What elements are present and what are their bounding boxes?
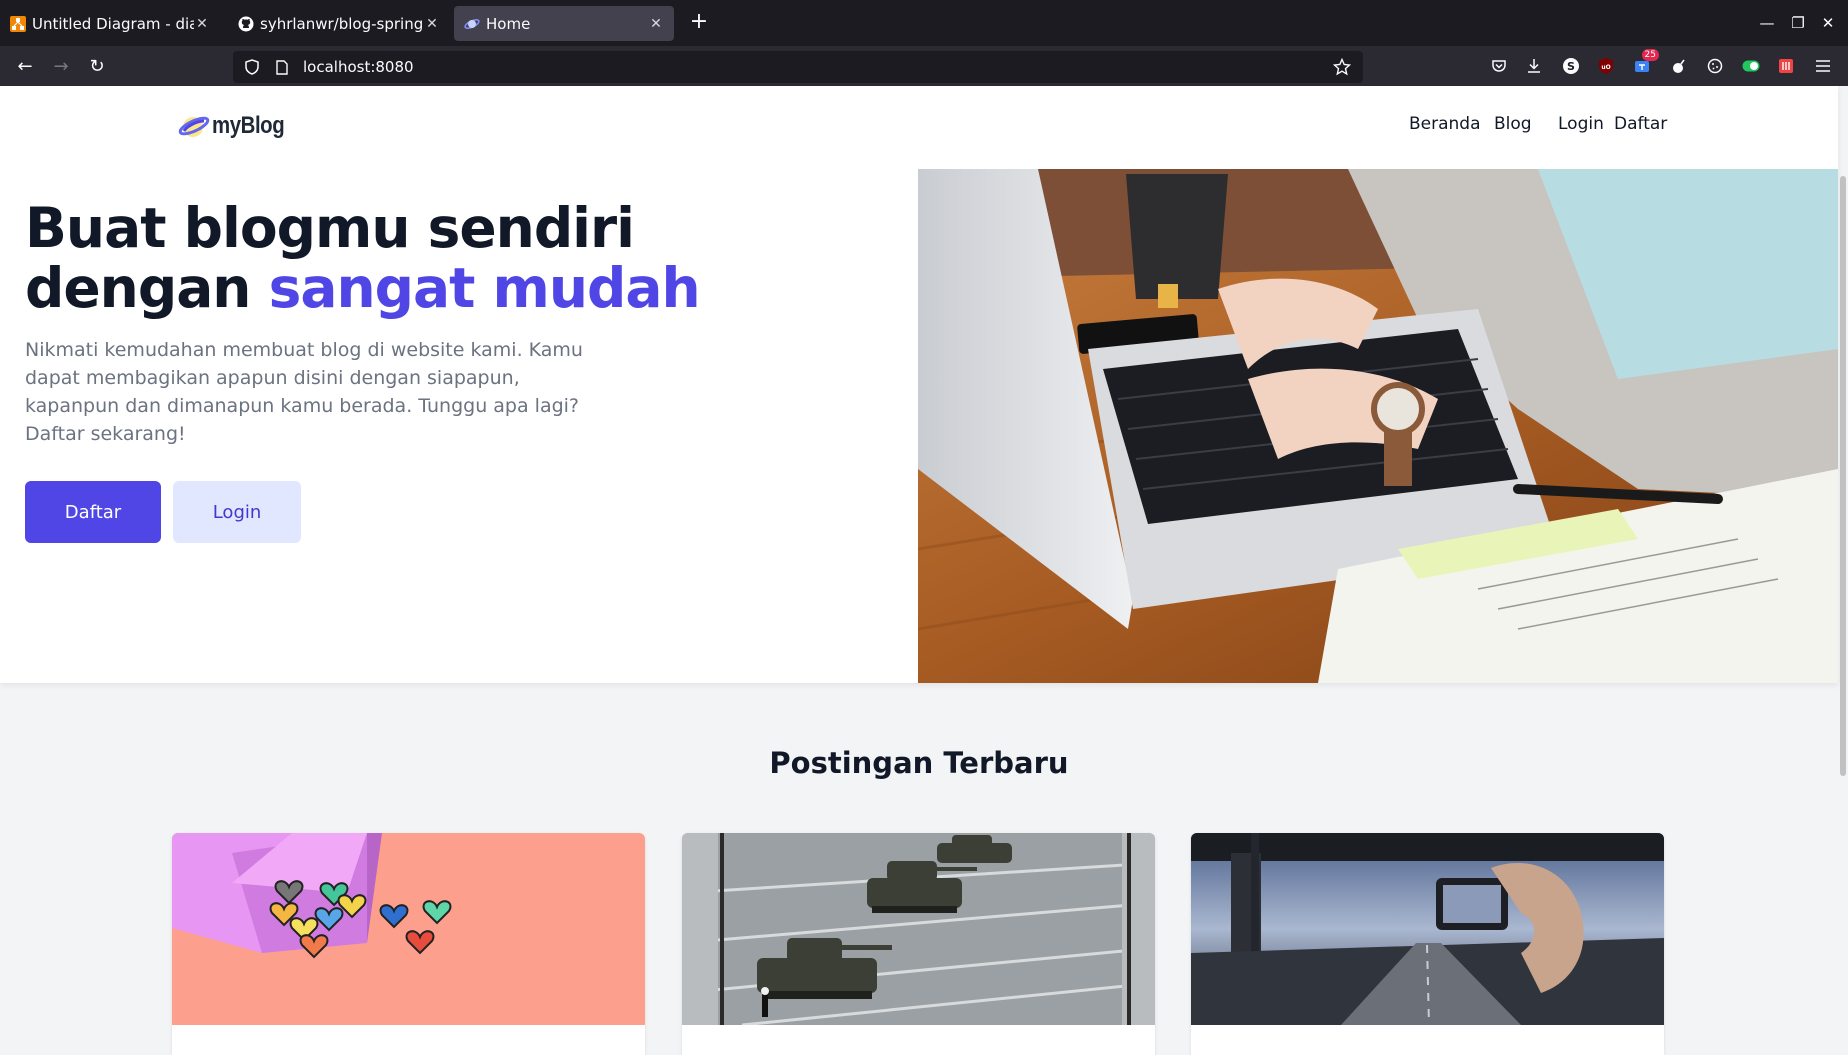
hero-lead: Nikmati kemudahan membuat blog di websit… bbox=[25, 339, 583, 445]
page-viewport: myBlog Beranda Blog Login Daftar Buat bl… bbox=[0, 86, 1848, 1055]
page-scrollbar[interactable] bbox=[1840, 176, 1846, 776]
extension-badge: 25 bbox=[1641, 49, 1659, 61]
login-button[interactable]: Login bbox=[173, 481, 301, 543]
forward-icon[interactable]: → bbox=[48, 54, 74, 80]
tab-home[interactable]: Home ✕ bbox=[454, 6, 674, 41]
s-extension-icon[interactable]: S bbox=[1558, 53, 1584, 79]
svg-text:uO: uO bbox=[1601, 64, 1610, 71]
hero-title-accent: sangat mudah bbox=[268, 256, 701, 320]
post-card[interactable] bbox=[1191, 833, 1664, 1055]
svg-text:S: S bbox=[1567, 60, 1575, 73]
drawio-icon bbox=[10, 15, 26, 32]
download-icon[interactable] bbox=[1521, 53, 1547, 79]
bookmark-star-icon[interactable] bbox=[1331, 56, 1353, 78]
restore-icon[interactable]: ❐ bbox=[1785, 10, 1811, 36]
nav-login[interactable]: Login bbox=[1558, 114, 1604, 134]
hero-title: Buat blogmu sendiri dengan sangat mudah bbox=[25, 196, 701, 320]
new-tab-button[interactable]: + bbox=[686, 10, 712, 36]
red-extension-icon[interactable] bbox=[1773, 53, 1799, 79]
post-thumbnail bbox=[172, 833, 645, 1025]
back-icon[interactable]: ← bbox=[12, 54, 38, 80]
page-icon bbox=[273, 58, 291, 76]
saturn-logo-icon bbox=[178, 116, 210, 137]
hamburger-menu-icon[interactable] bbox=[1810, 53, 1836, 79]
post-thumbnail bbox=[1191, 833, 1664, 1026]
hero-title-line1: Buat blogmu sendiri bbox=[25, 196, 635, 260]
github-icon bbox=[238, 16, 254, 32]
hero-section: myBlog Beranda Blog Login Daftar Buat bl… bbox=[0, 86, 1838, 683]
tab-title: Home bbox=[486, 14, 531, 33]
logo[interactable]: myBlog bbox=[178, 112, 297, 140]
minimize-icon[interactable]: — bbox=[1754, 10, 1780, 36]
saturn-icon bbox=[464, 16, 480, 32]
tab-github[interactable]: syhrlanwr/blog-spring-boot ✕ bbox=[228, 6, 450, 41]
url-text: localhost:8080 bbox=[303, 58, 414, 76]
post-card[interactable] bbox=[682, 833, 1155, 1055]
tab-bar: Untitled Diagram - diagrams.net ✕ syhrla… bbox=[0, 0, 1848, 46]
post-thumbnail bbox=[682, 833, 1155, 1027]
bomb-extension-icon[interactable] bbox=[1666, 53, 1692, 79]
post-card[interactable] bbox=[172, 833, 645, 1055]
shield-icon[interactable] bbox=[241, 56, 263, 78]
tab-diagram[interactable]: Untitled Diagram - diagrams.net ✕ bbox=[0, 6, 220, 41]
tab-title: Untitled Diagram - diagrams.net bbox=[32, 14, 194, 33]
tab-title: syhrlanwr/blog-spring-boot bbox=[260, 14, 424, 33]
ublock-icon[interactable]: uO bbox=[1593, 53, 1619, 79]
close-icon[interactable]: ✕ bbox=[648, 16, 664, 32]
reload-icon[interactable]: ↻ bbox=[84, 54, 110, 80]
close-icon[interactable]: ✕ bbox=[424, 16, 440, 32]
navigation-toolbar: ← → ↻ localhost:8080 S uO 25 bbox=[0, 46, 1848, 86]
url-bar[interactable]: localhost:8080 bbox=[233, 51, 1363, 83]
nav-beranda[interactable]: Beranda bbox=[1409, 114, 1481, 134]
hero-image bbox=[918, 169, 1838, 683]
hero-title-line2: dengan bbox=[25, 256, 269, 320]
logo-text: myBlog bbox=[212, 112, 285, 139]
window-close-icon[interactable]: ✕ bbox=[1815, 10, 1841, 36]
section-title: Postingan Terbaru bbox=[769, 746, 1069, 780]
pocket-icon[interactable] bbox=[1486, 53, 1512, 79]
translate-extension-icon[interactable]: 25 bbox=[1629, 49, 1659, 79]
nav-blog[interactable]: Blog bbox=[1494, 114, 1532, 134]
nav-daftar[interactable]: Daftar bbox=[1614, 114, 1667, 134]
daftar-button[interactable]: Daftar bbox=[25, 481, 161, 543]
cookie-icon[interactable] bbox=[1702, 53, 1728, 79]
close-icon[interactable]: ✕ bbox=[194, 16, 210, 32]
toggle-extension-icon[interactable] bbox=[1738, 53, 1764, 79]
